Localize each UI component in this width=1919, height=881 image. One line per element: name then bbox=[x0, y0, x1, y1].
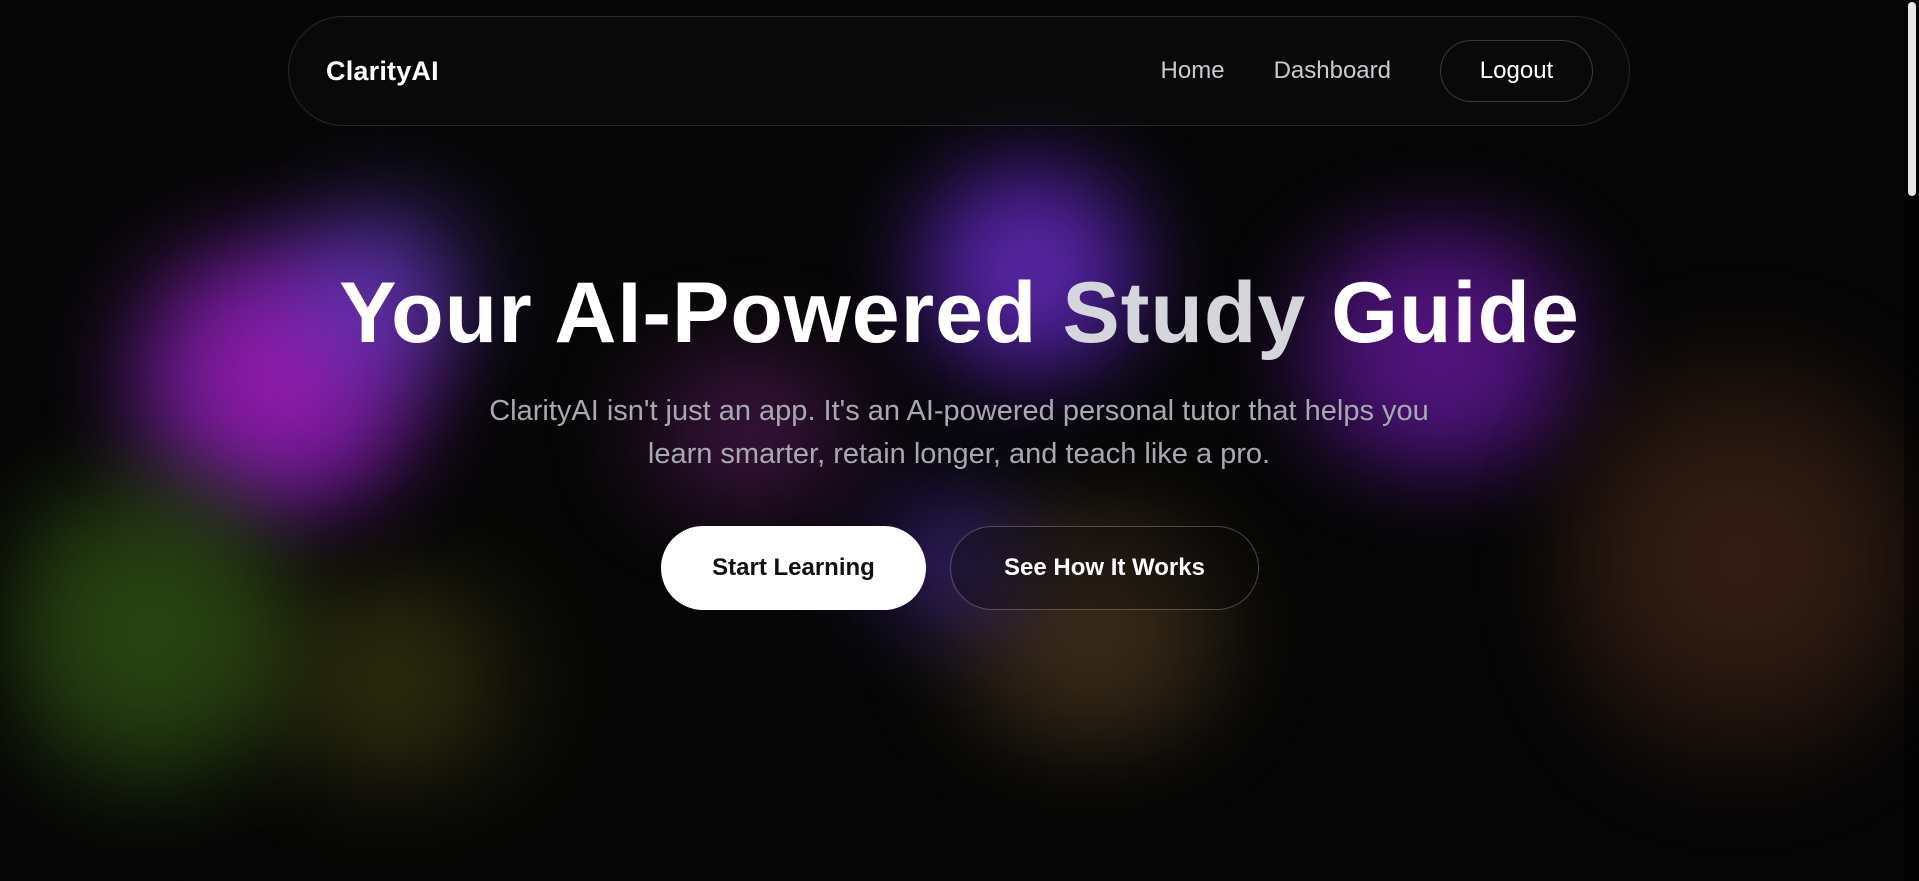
nav-link-dashboard[interactable]: Dashboard bbox=[1274, 57, 1391, 85]
hero-title: Your AI-Powered Study Guide bbox=[0, 258, 1919, 368]
logout-button[interactable]: Logout bbox=[1440, 40, 1593, 102]
brand-logo[interactable]: ClarityAI bbox=[326, 56, 439, 87]
see-how-it-works-button[interactable]: See How It Works bbox=[950, 526, 1259, 610]
top-navbar: ClarityAI Home Dashboard Logout bbox=[288, 16, 1630, 126]
smoke-olive bbox=[180, 560, 600, 800]
start-learning-button[interactable]: Start Learning bbox=[661, 526, 926, 610]
nav-link-home[interactable]: Home bbox=[1161, 57, 1225, 85]
landing-page: ClarityAI Home Dashboard Logout Your AI-… bbox=[0, 0, 1919, 881]
smoke-brown-right bbox=[1550, 300, 1919, 820]
hero-subtitle: ClarityAI isn't just an app. It's an AI-… bbox=[489, 395, 1429, 470]
scrollbar-thumb[interactable] bbox=[1908, 2, 1916, 196]
hero-title-end: Guide bbox=[1306, 265, 1580, 361]
hero-title-accent: Study bbox=[1062, 265, 1307, 361]
page-scrollbar[interactable] bbox=[1904, 0, 1919, 881]
hero-title-start: Your AI-Powered bbox=[339, 265, 1063, 361]
nav-links: Home Dashboard Logout bbox=[1161, 40, 1593, 102]
